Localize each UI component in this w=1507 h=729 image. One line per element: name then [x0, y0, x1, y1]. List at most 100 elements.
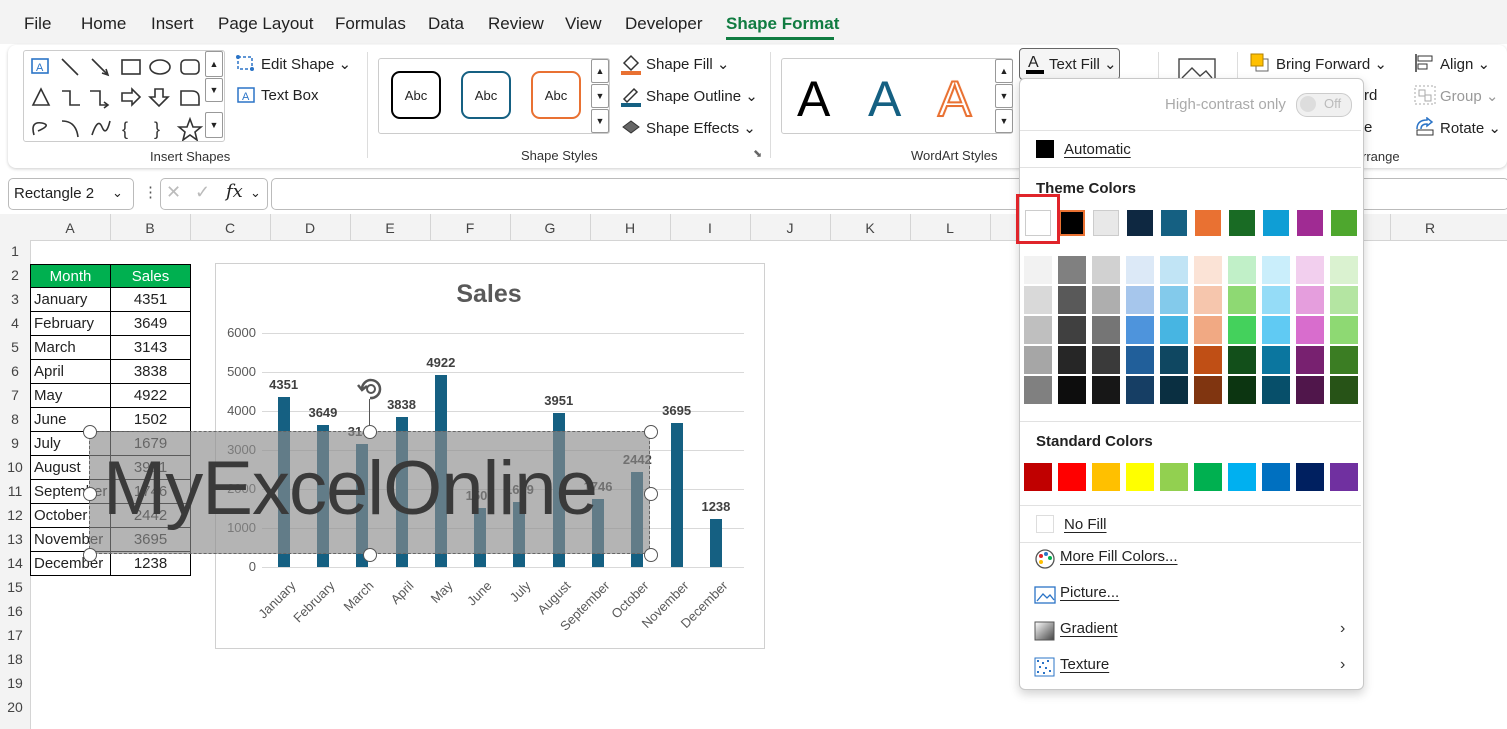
theme-shade-swatch[interactable] [1262, 286, 1290, 314]
row-header-1[interactable]: 1 [0, 243, 30, 259]
standard-color-swatch[interactable] [1262, 463, 1290, 491]
theme-shade-swatch[interactable] [1296, 376, 1324, 404]
column-header-J[interactable]: J [750, 220, 830, 236]
rotate-button[interactable]: Rotate ⌄ [1440, 119, 1501, 137]
theme-shade-swatch[interactable] [1262, 316, 1290, 344]
row-header-7[interactable]: 7 [0, 387, 30, 403]
row-header-19[interactable]: 19 [0, 675, 30, 691]
cancel-icon[interactable]: ✕ [166, 182, 181, 203]
styles-scroll-up[interactable]: ▲ [591, 59, 609, 83]
column-header-A[interactable]: A [30, 220, 110, 236]
shapes-more[interactable]: ▼ [205, 112, 223, 138]
theme-color-swatch[interactable] [1229, 210, 1255, 236]
row-header-10[interactable]: 10 [0, 459, 30, 475]
standard-color-swatch[interactable] [1058, 463, 1086, 491]
theme-shade-swatch[interactable] [1024, 346, 1052, 374]
theme-color-swatch[interactable] [1093, 210, 1119, 236]
theme-shade-swatch[interactable] [1228, 286, 1256, 314]
row-header-12[interactable]: 12 [0, 507, 30, 523]
row-header-5[interactable]: 5 [0, 339, 30, 355]
table-cell-month[interactable]: May [30, 384, 111, 408]
column-header-R[interactable]: R [1390, 220, 1470, 236]
text-box-button[interactable]: Text Box [261, 87, 319, 104]
theme-shade-swatch[interactable] [1160, 286, 1188, 314]
column-header-C[interactable]: C [190, 220, 270, 236]
theme-shade-swatch[interactable] [1024, 256, 1052, 284]
theme-shade-swatch[interactable] [1160, 346, 1188, 374]
theme-shade-swatch[interactable] [1058, 286, 1086, 314]
more-options-icon[interactable]: ⋮ [143, 183, 158, 201]
theme-shade-swatch[interactable] [1126, 286, 1154, 314]
row-header-9[interactable]: 9 [0, 435, 30, 451]
theme-shade-swatch[interactable] [1024, 376, 1052, 404]
theme-shade-swatch[interactable] [1092, 256, 1120, 284]
standard-color-swatch[interactable] [1024, 463, 1052, 491]
theme-shade-swatch[interactable] [1058, 316, 1086, 344]
enter-icon[interactable]: ✓ [195, 182, 210, 203]
theme-shade-swatch[interactable] [1092, 346, 1120, 374]
theme-shade-swatch[interactable] [1160, 376, 1188, 404]
automatic-option[interactable]: Automatic [1064, 141, 1131, 158]
style-black[interactable]: Abc [391, 71, 441, 119]
theme-shade-swatch[interactable] [1092, 376, 1120, 404]
column-header-K[interactable]: K [830, 220, 910, 236]
theme-shade-swatch[interactable] [1126, 256, 1154, 284]
chart-bar[interactable] [670, 422, 683, 567]
theme-shade-swatch[interactable] [1058, 256, 1086, 284]
theme-shade-swatch[interactable] [1296, 256, 1324, 284]
table-cell-sales[interactable]: 1502 [110, 408, 191, 432]
theme-shade-swatch[interactable] [1330, 286, 1358, 314]
row-header-13[interactable]: 13 [0, 531, 30, 547]
standard-color-swatch[interactable] [1296, 463, 1324, 491]
theme-color-swatch[interactable] [1127, 210, 1153, 236]
resize-handle-l[interactable] [83, 487, 97, 501]
row-header-4[interactable]: 4 [0, 315, 30, 331]
theme-shade-swatch[interactable] [1194, 256, 1222, 284]
rotate-handle-icon[interactable] [356, 375, 386, 408]
menu-review[interactable]: Review [488, 14, 544, 34]
table-cell-sales[interactable]: 3143 [110, 336, 191, 360]
row-header-16[interactable]: 16 [0, 603, 30, 619]
table-cell-sales[interactable]: 3649 [110, 312, 191, 336]
menu-data[interactable]: Data [428, 14, 464, 34]
row-header-8[interactable]: 8 [0, 411, 30, 427]
styles-scroll-down[interactable]: ▼ [591, 84, 609, 108]
table-cell-month[interactable]: February [30, 312, 111, 336]
standard-color-swatch[interactable] [1330, 463, 1358, 491]
row-header-6[interactable]: 6 [0, 363, 30, 379]
row-header-2[interactable]: 2 [0, 267, 30, 283]
theme-shade-swatch[interactable] [1330, 256, 1358, 284]
shapes-icons[interactable]: A { } [24, 51, 224, 142]
menu-view[interactable]: View [565, 14, 602, 34]
resize-handle-t[interactable] [363, 425, 377, 439]
theme-shade-swatch[interactable] [1330, 316, 1358, 344]
theme-shade-swatch[interactable] [1330, 376, 1358, 404]
column-header-B[interactable]: B [110, 220, 190, 236]
send-backward-partial[interactable]: rd [1364, 87, 1377, 104]
menu-insert[interactable]: Insert [151, 14, 194, 34]
row-header-18[interactable]: 18 [0, 651, 30, 667]
theme-shade-swatch[interactable] [1092, 316, 1120, 344]
chevron-down-icon[interactable]: ⌄ [250, 185, 261, 201]
row-header-11[interactable]: 11 [0, 483, 30, 499]
theme-shade-swatch[interactable] [1126, 376, 1154, 404]
shapes-scroll-down[interactable]: ▼ [205, 78, 223, 102]
theme-color-swatch[interactable] [1195, 210, 1221, 236]
dialog-launcher-icon[interactable]: ⬊ [753, 147, 762, 160]
theme-shade-swatch[interactable] [1194, 316, 1222, 344]
menu-formulas[interactable]: Formulas [335, 14, 406, 34]
theme-shade-swatch[interactable] [1228, 376, 1256, 404]
menu-shape-format[interactable]: Shape Format [726, 14, 839, 34]
theme-color-swatch[interactable] [1263, 210, 1289, 236]
theme-shade-swatch[interactable] [1160, 256, 1188, 284]
table-cell-sales[interactable]: 4351 [110, 288, 191, 312]
gradient-option[interactable]: Gradient [1060, 620, 1118, 637]
selection-pane-partial[interactable]: e [1364, 119, 1372, 136]
theme-shade-swatch[interactable] [1262, 346, 1290, 374]
standard-color-swatch[interactable] [1228, 463, 1256, 491]
wordart-scroll-down[interactable]: ▼ [995, 84, 1013, 108]
table-cell-sales[interactable]: 3838 [110, 360, 191, 384]
theme-color-swatch[interactable] [1297, 210, 1323, 236]
picture-option[interactable]: Picture... [1060, 584, 1119, 601]
theme-shade-swatch[interactable] [1024, 286, 1052, 314]
